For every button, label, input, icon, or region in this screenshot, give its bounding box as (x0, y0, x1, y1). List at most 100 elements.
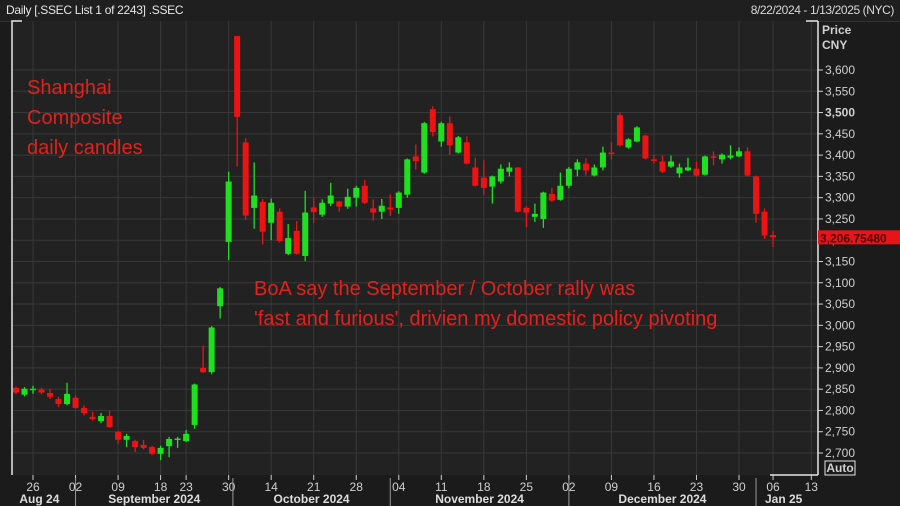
candle-down[interactable] (259, 201, 266, 232)
candle-up[interactable] (395, 192, 402, 208)
candle-down[interactable] (472, 167, 479, 186)
candle-up[interactable] (404, 159, 411, 195)
candle-up[interactable] (557, 185, 564, 200)
candle-up[interactable] (565, 168, 572, 186)
candle-up[interactable] (183, 433, 190, 442)
candle-down[interactable] (132, 441, 139, 448)
candle-up[interactable] (30, 388, 37, 391)
candle-up[interactable] (625, 139, 632, 148)
candle-up[interactable] (157, 447, 164, 454)
candle-down[interactable] (38, 389, 45, 393)
candle-down[interactable] (310, 207, 317, 213)
candle-down[interactable] (276, 211, 283, 242)
candle-down[interactable] (200, 367, 207, 373)
candle-up[interactable] (251, 195, 258, 208)
candle-down[interactable] (293, 230, 300, 254)
candle-up[interactable] (591, 167, 598, 176)
candle-up[interactable] (174, 438, 181, 441)
candle-up[interactable] (736, 151, 743, 157)
candle-up[interactable] (378, 205, 385, 212)
candle-up[interactable] (64, 393, 71, 405)
candle-up[interactable] (633, 127, 640, 142)
candle-up[interactable] (497, 168, 504, 182)
candle-up[interactable] (191, 384, 198, 425)
candle-down[interactable] (480, 177, 487, 188)
candle-up[interactable] (599, 152, 606, 168)
candle-up[interactable] (344, 196, 351, 207)
candle-up[interactable] (208, 327, 215, 373)
candle-down[interactable] (770, 235, 777, 238)
candle-down[interactable] (463, 142, 470, 164)
candle-down[interactable] (370, 208, 377, 213)
candle-up[interactable] (574, 162, 581, 170)
candle-down[interactable] (514, 167, 521, 212)
candle-down[interactable] (13, 387, 19, 393)
candle-down[interactable] (650, 159, 657, 161)
candle-down[interactable] (744, 151, 751, 176)
candle-up[interactable] (21, 388, 28, 395)
candle-down[interactable] (710, 156, 717, 158)
candle-up[interactable] (684, 167, 691, 171)
candle-up[interactable] (98, 415, 105, 422)
candle-up[interactable] (701, 156, 708, 175)
candle-down[interactable] (523, 207, 530, 213)
candle-up[interactable] (225, 181, 232, 242)
candle-down[interactable] (336, 201, 343, 207)
candle-down[interactable] (106, 415, 113, 428)
candle-down[interactable] (608, 152, 615, 155)
candle-down[interactable] (234, 35, 241, 117)
candle-down[interactable] (412, 156, 419, 162)
candle-up[interactable] (489, 176, 496, 187)
month-label: October 2024 (274, 492, 350, 506)
candle-down[interactable] (72, 397, 79, 408)
candle-down[interactable] (582, 163, 589, 171)
candle-down[interactable] (642, 135, 649, 159)
candle-down[interactable] (149, 447, 156, 454)
y-tick-label: 3,000 (825, 318, 855, 332)
month-label: Aug 24 (19, 492, 59, 506)
month-label: November 2024 (435, 492, 524, 506)
candle-down[interactable] (446, 123, 453, 146)
candle-down[interactable] (140, 444, 147, 448)
candle-up[interactable] (285, 238, 292, 254)
candle-up[interactable] (676, 167, 683, 174)
candle-up[interactable] (353, 187, 360, 198)
candle-down[interactable] (548, 193, 555, 201)
y-tick-label: 2,850 (825, 382, 855, 396)
candle-up[interactable] (327, 195, 334, 204)
candle-down[interactable] (753, 176, 760, 214)
auto-scale-button[interactable]: Auto (824, 460, 856, 476)
candle-up[interactable] (531, 213, 538, 217)
candle-down[interactable] (616, 115, 623, 146)
candle-down[interactable] (81, 407, 88, 413)
candle-up[interactable] (455, 137, 462, 153)
candle-down[interactable] (659, 161, 666, 172)
candle-up[interactable] (718, 154, 725, 160)
candle-up[interactable] (540, 192, 547, 219)
candle-up[interactable] (319, 202, 326, 215)
y-tick-label: 3,500 (825, 106, 855, 120)
candle-up[interactable] (302, 212, 309, 256)
candle-up[interactable] (421, 123, 428, 173)
candle-down[interactable] (693, 168, 700, 176)
candle-up[interactable] (506, 167, 513, 172)
candle-down[interactable] (429, 109, 436, 133)
candle-down[interactable] (387, 207, 394, 210)
auto-button-label[interactable]: Auto (826, 461, 853, 475)
candle-up[interactable] (268, 202, 275, 223)
candle-down[interactable] (55, 398, 62, 405)
candle-up[interactable] (123, 435, 130, 440)
y-tick-label: 2,700 (825, 446, 855, 460)
candle-up[interactable] (727, 155, 734, 158)
candle-up[interactable] (438, 123, 445, 142)
candle-down[interactable] (242, 142, 249, 216)
candle-down[interactable] (89, 416, 96, 419)
candle-up[interactable] (667, 161, 674, 167)
annotation-line: Composite (27, 107, 123, 129)
candle-down[interactable] (761, 211, 768, 236)
candle-down[interactable] (115, 431, 122, 440)
candle-down[interactable] (47, 392, 54, 397)
candle-up[interactable] (166, 438, 173, 447)
candle-down[interactable] (361, 185, 368, 203)
candle-up[interactable] (217, 288, 224, 307)
